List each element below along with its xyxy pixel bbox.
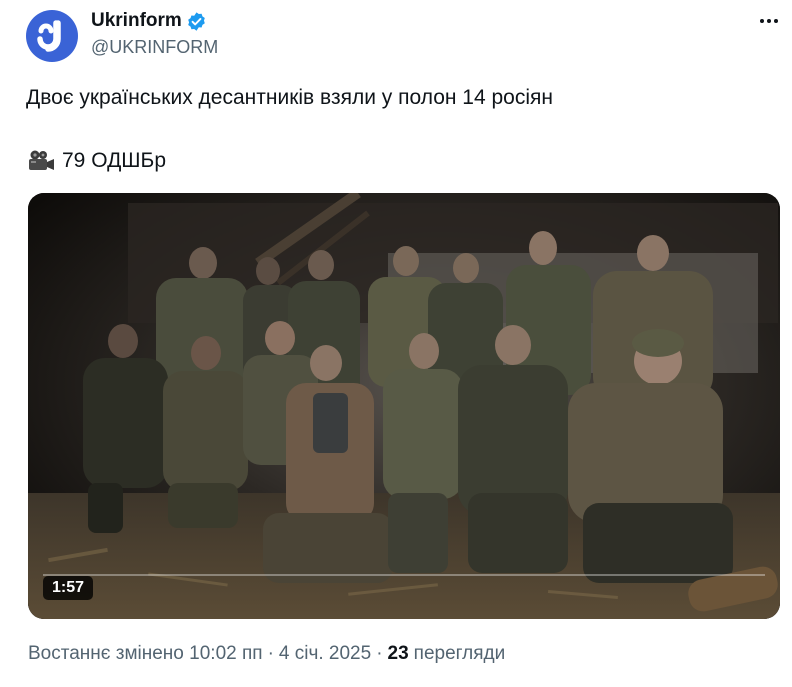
- video-thumbnail: [28, 193, 780, 619]
- video-player[interactable]: [28, 193, 780, 619]
- author-handle[interactable]: @UKRINFORM: [91, 37, 218, 58]
- video-duration-badge: 1:57: [43, 576, 94, 600]
- tweet-text-unit: 79 ОДШБр: [26, 148, 166, 174]
- unit-label: 79 ОДШБр: [62, 149, 166, 172]
- author-name-row: Ukrinform: [91, 10, 207, 32]
- post-date[interactable]: 4 січ. 2025: [279, 643, 371, 665]
- separator-dot: ·: [376, 643, 383, 664]
- tweet-metadata: Востаннє змінено 10:02 пп · 4 січ. 2025 …: [28, 643, 505, 665]
- separator-dot: ·: [267, 643, 274, 664]
- views-count: 23: [387, 643, 409, 664]
- tweet-text: Двоє українських десантників взяли у пол…: [26, 86, 553, 109]
- ukrinform-logo-icon: [37, 20, 61, 52]
- display-name[interactable]: Ukrinform: [91, 10, 182, 32]
- verified-badge-icon: [187, 11, 205, 31]
- video-progress-track: [43, 574, 765, 576]
- views-label: перегляди: [413, 643, 506, 664]
- movie-camera-icon: [29, 150, 54, 170]
- post-time[interactable]: 10:02 пп: [189, 643, 262, 665]
- more-options-icon[interactable]: [756, 8, 782, 34]
- avatar[interactable]: [26, 10, 78, 62]
- edited-label[interactable]: Востаннє змінено: [28, 643, 184, 665]
